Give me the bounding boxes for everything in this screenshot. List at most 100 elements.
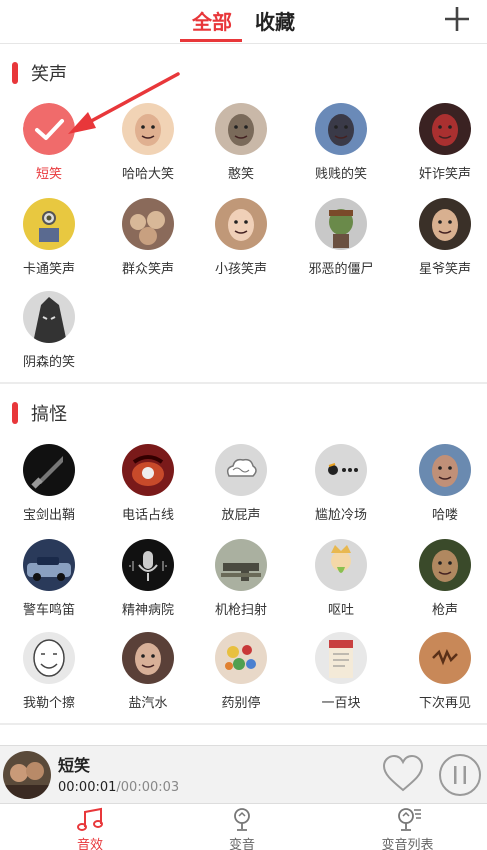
sound-item-label: 电话占线 xyxy=(121,508,174,523)
section-header-funny: 搞怪 xyxy=(0,398,487,428)
nav-label: 变音 xyxy=(228,838,255,850)
now-playing-title: 短笑 xyxy=(58,756,91,775)
sound-item[interactable]: 卡通笑声 xyxy=(4,198,94,288)
sound-item-label: 呕吐 xyxy=(327,603,354,618)
sound-thumbnail xyxy=(122,103,174,155)
section-divider xyxy=(0,382,487,384)
sound-item[interactable]: 枪声 xyxy=(400,539,487,629)
current-time: 00:00:01 xyxy=(58,780,117,795)
sound-thumbnail xyxy=(23,444,75,496)
sound-item[interactable]: 我勒个擦 xyxy=(4,632,94,722)
sound-thumbnail xyxy=(419,632,471,684)
sound-thumbnail xyxy=(315,444,367,496)
sound-item-label: 下次再见 xyxy=(418,696,471,711)
sound-thumbnail xyxy=(23,539,75,591)
sound-item[interactable]: 贱贱的笑 xyxy=(296,103,386,193)
section-header-laugh: 笑声 xyxy=(0,58,487,88)
sound-thumbnail xyxy=(419,103,471,155)
sound-item[interactable]: 奸诈笑声 xyxy=(400,103,487,193)
nav-label: 变音列表 xyxy=(381,838,434,850)
sound-item[interactable]: 呕吐 xyxy=(296,539,386,629)
sound-item-label: 盐汽水 xyxy=(128,696,168,711)
sound-thumbnail xyxy=(215,632,267,684)
sound-item[interactable]: 放屁声 xyxy=(196,444,286,534)
sound-thumbnail xyxy=(315,198,367,250)
sound-item-label: 短笑 xyxy=(35,167,62,182)
sound-item-label: 小孩笑声 xyxy=(214,262,267,277)
playback-time: 00:00:01/00:00:03 xyxy=(58,780,179,795)
sound-item[interactable]: 星爷笑声 xyxy=(400,198,487,288)
sound-item[interactable]: 阴森的笑 xyxy=(4,291,94,381)
music-note-icon xyxy=(77,807,103,831)
nav-item-voice-list[interactable]: 变音列表 xyxy=(345,804,470,850)
nav-item-sound-effects[interactable]: 音效 xyxy=(30,804,150,850)
sound-item[interactable]: 短笑 xyxy=(4,103,94,193)
sound-item-label: 机枪扫射 xyxy=(214,603,267,618)
sound-thumbnail xyxy=(122,632,174,684)
active-tab-indicator xyxy=(180,39,242,42)
sound-item-label: 哈哈大笑 xyxy=(121,167,174,182)
sound-item[interactable]: 小孩笑声 xyxy=(196,198,286,288)
sound-item-label: 放屁声 xyxy=(221,508,261,523)
sound-item[interactable]: 邪恶的僵尸 xyxy=(296,198,386,288)
sound-item[interactable]: 群众笑声 xyxy=(103,198,193,288)
heart-icon[interactable] xyxy=(381,754,425,794)
section-title: 搞怪 xyxy=(31,404,67,425)
sound-thumbnail xyxy=(215,539,267,591)
sound-item-label: 邪恶的僵尸 xyxy=(308,262,374,277)
bottom-navigation: 音效 变音 变音列表 xyxy=(0,803,487,850)
sound-item[interactable]: 尴尬冷场 xyxy=(296,444,386,534)
top-bar: 全部 收藏 xyxy=(0,0,487,44)
sound-item-label: 警车鸣笛 xyxy=(22,603,75,618)
sound-item-label: 卡通笑声 xyxy=(22,262,75,277)
sound-item-label: 阴森的笑 xyxy=(22,355,75,370)
microphone-icon xyxy=(234,808,250,831)
sound-item-label: 奸诈笑声 xyxy=(418,167,471,182)
sound-item[interactable]: 机枪扫射 xyxy=(196,539,286,629)
sound-thumbnail xyxy=(23,291,75,343)
sound-item-label: 星爷笑声 xyxy=(418,262,471,277)
sound-thumbnail xyxy=(419,198,471,250)
nav-label: 音效 xyxy=(76,838,103,850)
nav-item-voice-change[interactable]: 变音 xyxy=(182,804,302,850)
sound-item[interactable]: 哈喽 xyxy=(400,444,487,534)
sound-thumbnail xyxy=(315,539,367,591)
sound-thumbnail xyxy=(23,198,75,250)
plus-icon[interactable] xyxy=(441,3,473,40)
sound-thumbnail xyxy=(315,103,367,155)
now-playing-thumbnail xyxy=(3,751,51,799)
sound-item[interactable]: 盐汽水 xyxy=(103,632,193,722)
sound-item-label: 群众笑声 xyxy=(121,262,174,277)
section-title: 笑声 xyxy=(31,64,67,85)
sound-thumbnail xyxy=(122,444,174,496)
sound-item-label: 药别停 xyxy=(221,696,261,711)
sound-item[interactable]: 精神病院 xyxy=(103,539,193,629)
duration: /00:00:03 xyxy=(116,780,180,795)
sound-item-label: 精神病院 xyxy=(121,603,174,618)
sound-item[interactable]: 警车鸣笛 xyxy=(4,539,94,629)
sound-item[interactable]: 电话占线 xyxy=(103,444,193,534)
sound-thumbnail xyxy=(419,539,471,591)
sound-thumbnail xyxy=(315,632,367,684)
sound-thumbnail xyxy=(419,444,471,496)
sound-item-label: 宝剑出鞘 xyxy=(22,508,75,523)
sound-item[interactable]: 一百块 xyxy=(296,632,386,722)
sound-thumbnail xyxy=(215,444,267,496)
sound-item[interactable]: 下次再见 xyxy=(400,632,487,722)
pause-icon[interactable] xyxy=(438,753,482,797)
sound-item[interactable]: 宝剑出鞘 xyxy=(4,444,94,534)
sound-item-label: 憨笑 xyxy=(227,167,254,182)
checkmark-icon xyxy=(23,103,75,155)
sound-item-label: 贱贱的笑 xyxy=(314,167,367,182)
sound-thumbnail xyxy=(122,539,174,591)
tab-favorites[interactable]: 收藏 xyxy=(255,6,295,35)
sound-item-label: 尴尬冷场 xyxy=(314,508,367,523)
sound-item[interactable]: 憨笑 xyxy=(196,103,286,193)
section-divider xyxy=(0,723,487,725)
sound-thumbnail xyxy=(215,103,267,155)
tab-all[interactable]: 全部 xyxy=(192,6,232,35)
sound-item[interactable]: 药别停 xyxy=(196,632,286,722)
sound-item[interactable]: 哈哈大笑 xyxy=(103,103,193,193)
section-marker xyxy=(12,62,18,84)
now-playing-bar[interactable]: 短笑 00:00:01/00:00:03 xyxy=(0,745,487,803)
